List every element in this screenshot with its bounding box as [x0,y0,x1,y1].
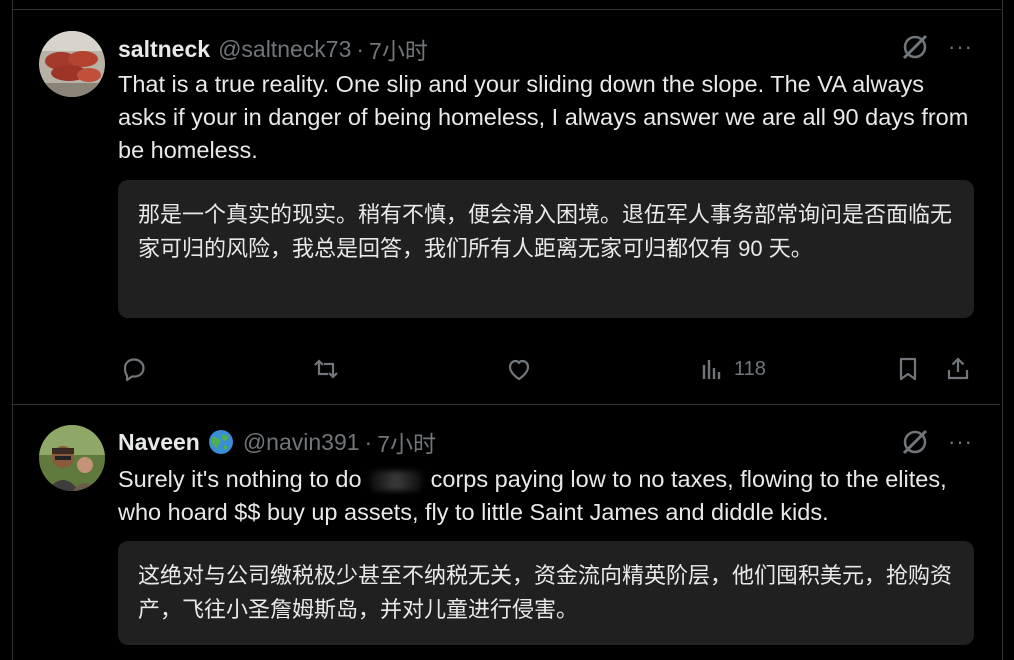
post-time[interactable]: 7小时 [369,32,428,66]
separator-dot: · [356,35,365,62]
author-name[interactable]: Naveen [118,429,200,456]
repost-icon [314,359,338,379]
more-options-button[interactable]: ··· [948,429,973,455]
reply-icon [123,358,145,382]
redacted-text [370,470,423,491]
translation-box: 那是一个真实的现实。稍有不慎，便会滑入困境。退伍军人事务部常询问是否面临无家可归… [118,180,974,318]
avatar-image [39,31,105,97]
more-options-button[interactable]: ··· [948,34,973,60]
translation-text: 这绝对与公司缴税极少甚至不纳税无关，资金流向精英阶层，他们囤积美元，抢购资产，飞… [138,563,953,622]
author-name[interactable]: saltneck [118,36,210,63]
grok-icon[interactable] [900,427,930,457]
views-count: 118 [734,357,766,380]
views-button[interactable]: 118 [698,353,766,385]
views-icon [702,360,721,379]
bookmark-icon [899,357,917,381]
separator-dot: · [364,428,373,455]
author-handle[interactable]: @saltneck73 [218,36,351,63]
translation-box: 这绝对与公司缴税极少甚至不纳税无关，资金流向精英阶层，他们囤积美元，抢购资产，飞… [118,541,974,645]
translation-text: 那是一个真实的现实。稍有不慎，便会滑入困境。退伍军人事务部常询问是否面临无家可归… [138,202,953,261]
reply-button[interactable] [120,353,148,385]
post-header: Naveen @navin391 · 7小时 [118,425,436,459]
avatar[interactable] [39,425,105,491]
globe-icon [208,430,233,454]
bookmark-button[interactable] [894,353,922,385]
author-handle[interactable]: @navin391 [243,429,360,456]
share-icon [947,357,969,380]
avatar[interactable] [39,31,105,97]
post-time[interactable]: 7小时 [377,425,436,459]
like-button[interactable] [505,353,533,385]
post[interactable]: saltneck @saltneck73 · 7小时 ··· That is a… [13,10,1000,405]
like-icon [508,359,530,381]
action-bar: 118 [118,353,973,385]
repost-button[interactable] [312,353,340,385]
post-text: That is a true reality. One slip and you… [118,71,969,163]
post-header: saltneck @saltneck73 · 7小时 [118,32,428,66]
post[interactable]: Naveen @navin391 · 7小时 ··· Surely it's n… [13,405,1000,660]
grok-icon[interactable] [900,32,930,62]
share-button[interactable] [944,353,972,385]
avatar-image [39,425,105,491]
post-text-part: Surely it's nothing to do [118,466,362,492]
post-text: Surely it's nothing to do corps paying l… [118,463,978,529]
